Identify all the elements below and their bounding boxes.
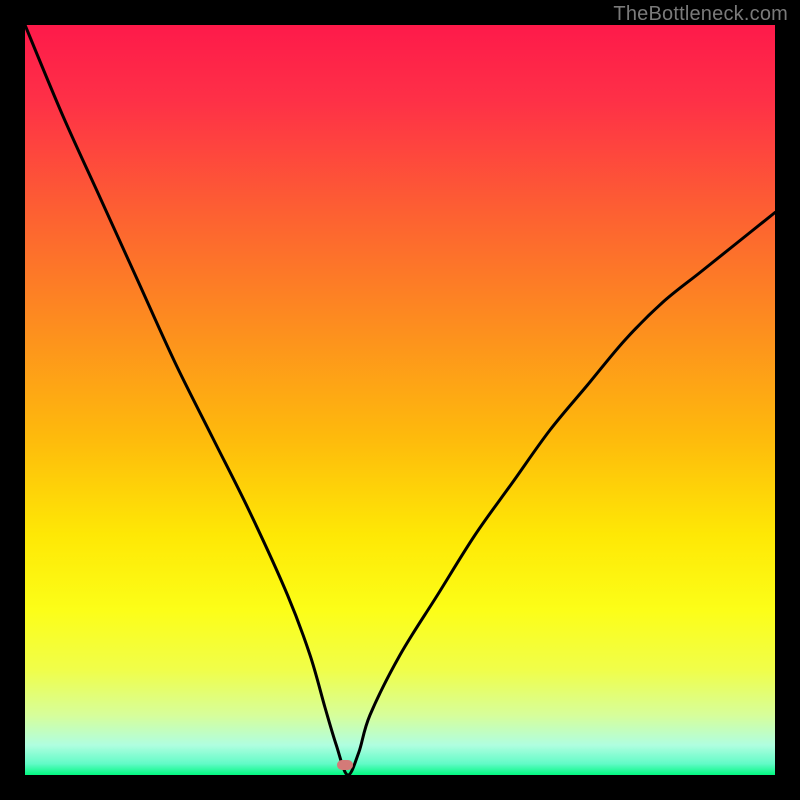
curve-layer <box>25 25 775 775</box>
chart-frame: TheBottleneck.com <box>0 0 800 800</box>
bottleneck-curve <box>25 25 775 775</box>
plot-area <box>25 25 775 775</box>
minimum-marker <box>337 760 353 770</box>
watermark-text: TheBottleneck.com <box>613 3 788 26</box>
